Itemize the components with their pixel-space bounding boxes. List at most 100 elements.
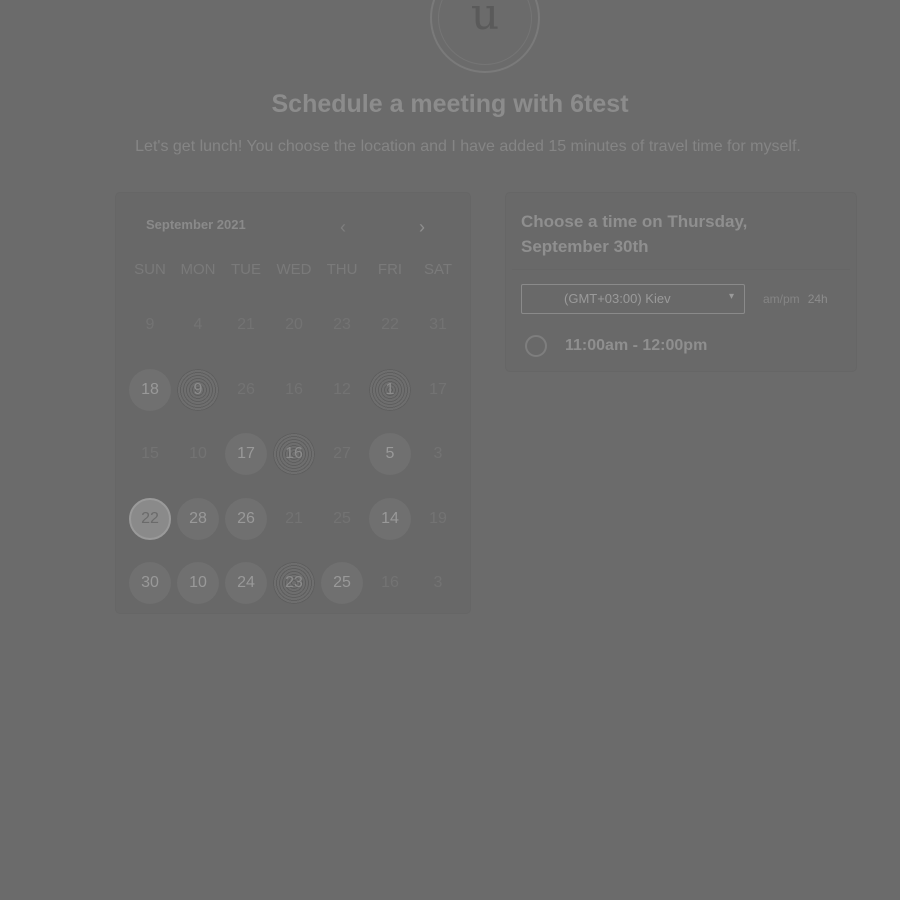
calendar-day[interactable]: 16 — [270, 430, 318, 478]
time-panel: Choose a time on Thursday, September 30t… — [506, 193, 856, 371]
calendar-day: 16 — [366, 559, 414, 607]
calendar-day-number: 16 — [273, 433, 315, 476]
calendar-day[interactable]: 30 — [126, 559, 174, 607]
calendar-day[interactable]: 17 — [222, 430, 270, 478]
timezone-value: (GMT+03:00) Kiev — [564, 291, 671, 306]
calendar-day-number: 28 — [177, 497, 219, 540]
calendar-day[interactable]: 23 — [270, 559, 318, 607]
calendar-day-number: 12 — [333, 380, 351, 398]
calendar-day: 16 — [270, 366, 318, 414]
chevron-right-icon[interactable]: › — [412, 217, 432, 237]
caret-down-icon: ▾ — [728, 291, 734, 302]
calendar-day-number: 19 — [429, 509, 447, 527]
calendar-day[interactable]: 14 — [366, 495, 414, 543]
calendar-day-number: 27 — [333, 445, 351, 463]
calendar-day: 19 — [414, 495, 462, 543]
calendar-day-number: 3 — [433, 445, 443, 463]
calendar-week-row: 22 28 26 21 25 14 19 — [126, 487, 470, 552]
calendar-day: 21 — [222, 301, 270, 349]
calendar-day-number: 22 — [381, 316, 399, 334]
calendar-month-label: September 2021 — [146, 217, 246, 232]
calendar-day[interactable]: 18 — [126, 366, 174, 414]
format-24h-option[interactable]: 24h — [808, 292, 828, 306]
logo: u — [430, 0, 540, 73]
calendar-day: 3 — [414, 430, 462, 478]
weekday-label: SAT — [423, 261, 453, 278]
page-title: Schedule a meeting with 6test — [271, 90, 629, 118]
calendar-day: 21 — [270, 495, 318, 543]
calendar-grid: 9 4 21 20 23 22 31 18 9 26 16 12 1 17 15 10 17 16 27 5 3 22 28… — [126, 293, 470, 616]
calendar-day-number: 26 — [237, 380, 255, 398]
calendar-day-number: 10 — [177, 562, 219, 605]
calendar-day: 22 — [366, 301, 414, 349]
calendar-day: 4 — [174, 301, 222, 349]
calendar-day: 27 — [318, 430, 366, 478]
time-slot-label: 11:00am - 12:00pm — [565, 337, 708, 354]
calendar-week-row: 15 10 17 16 27 5 3 — [126, 422, 470, 487]
calendar-day[interactable]: 10 — [174, 559, 222, 607]
divider — [512, 269, 850, 270]
calendar-day-number: 15 — [141, 445, 159, 463]
calendar-day-selected[interactable]: 22 — [126, 495, 174, 543]
slot-radio-button[interactable] — [525, 335, 547, 357]
calendar-day: 31 — [414, 301, 462, 349]
calendar-day-number: 10 — [189, 445, 207, 463]
calendar: September 2021 ‹ › SUN MON TUE WED THU F… — [116, 193, 470, 613]
calendar-day: 15 — [126, 430, 174, 478]
calendar-day-number: 5 — [369, 433, 411, 476]
chevron-left-icon[interactable]: ‹ — [333, 217, 353, 237]
calendar-day[interactable]: 28 — [174, 495, 222, 543]
page-subtitle: Let's get lunch! You choose the location… — [135, 138, 801, 155]
calendar-day[interactable]: 26 — [222, 495, 270, 543]
format-ampm-option[interactable]: am/pm — [763, 292, 800, 306]
weekday-header: SUN MON TUE WED THU FRI SAT — [126, 261, 470, 278]
logo-letter: u — [470, 0, 500, 40]
calendar-day[interactable]: 25 — [318, 559, 366, 607]
calendar-day[interactable]: 5 — [366, 430, 414, 478]
calendar-day-number: 23 — [273, 562, 315, 605]
calendar-day-number: 21 — [237, 316, 255, 334]
calendar-day-number: 9 — [177, 368, 219, 411]
calendar-day[interactable]: 1 — [366, 366, 414, 414]
calendar-day-number: 25 — [333, 509, 351, 527]
calendar-day: 25 — [318, 495, 366, 543]
calendar-day-number: 31 — [429, 316, 447, 334]
calendar-day-number: 9 — [145, 316, 155, 334]
calendar-day-number: 21 — [285, 509, 303, 527]
time-panel-heading: Choose a time on Thursday, September 30t… — [521, 212, 748, 256]
calendar-day[interactable]: 9 — [174, 366, 222, 414]
time-format-toggle: am/pm 24h — [763, 292, 828, 306]
weekday-label: MON — [180, 261, 216, 278]
weekday-label: SUN — [134, 261, 166, 278]
calendar-day-number: 17 — [429, 380, 447, 398]
calendar-day: 17 — [414, 366, 462, 414]
calendar-day: 26 — [222, 366, 270, 414]
calendar-day-number: 23 — [333, 316, 351, 334]
weekday-label: WED — [276, 261, 312, 278]
calendar-day-number: 26 — [225, 497, 267, 540]
weekday-label: TUE — [231, 261, 261, 278]
calendar-day: 23 — [318, 301, 366, 349]
calendar-day-number: 4 — [193, 316, 203, 334]
calendar-day-number: 16 — [285, 380, 303, 398]
calendar-day: 3 — [414, 559, 462, 607]
calendar-day-number: 24 — [225, 562, 267, 605]
calendar-day[interactable]: 24 — [222, 559, 270, 607]
calendar-day-number: 16 — [381, 574, 399, 592]
calendar-day: 20 — [270, 301, 318, 349]
calendar-day-number: 17 — [225, 433, 267, 476]
calendar-day-number: 14 — [369, 497, 411, 540]
weekday-label: THU — [326, 261, 358, 278]
calendar-day: 9 — [126, 301, 174, 349]
calendar-day-number: 25 — [321, 562, 363, 605]
timezone-select[interactable]: (GMT+03:00) Kiev ▾ — [521, 284, 745, 314]
calendar-week-row: 30 10 24 23 25 16 3 — [126, 551, 470, 616]
calendar-day-number: 18 — [129, 368, 171, 411]
time-slot[interactable]: 11:00am - 12:00pm — [525, 335, 707, 357]
calendar-day-number: 22 — [129, 497, 171, 540]
calendar-week-row: 18 9 26 16 12 1 17 — [126, 358, 470, 423]
calendar-day-number: 30 — [129, 562, 171, 605]
calendar-day: 12 — [318, 366, 366, 414]
calendar-day-number: 1 — [369, 368, 411, 411]
weekday-label: FRI — [377, 261, 403, 278]
